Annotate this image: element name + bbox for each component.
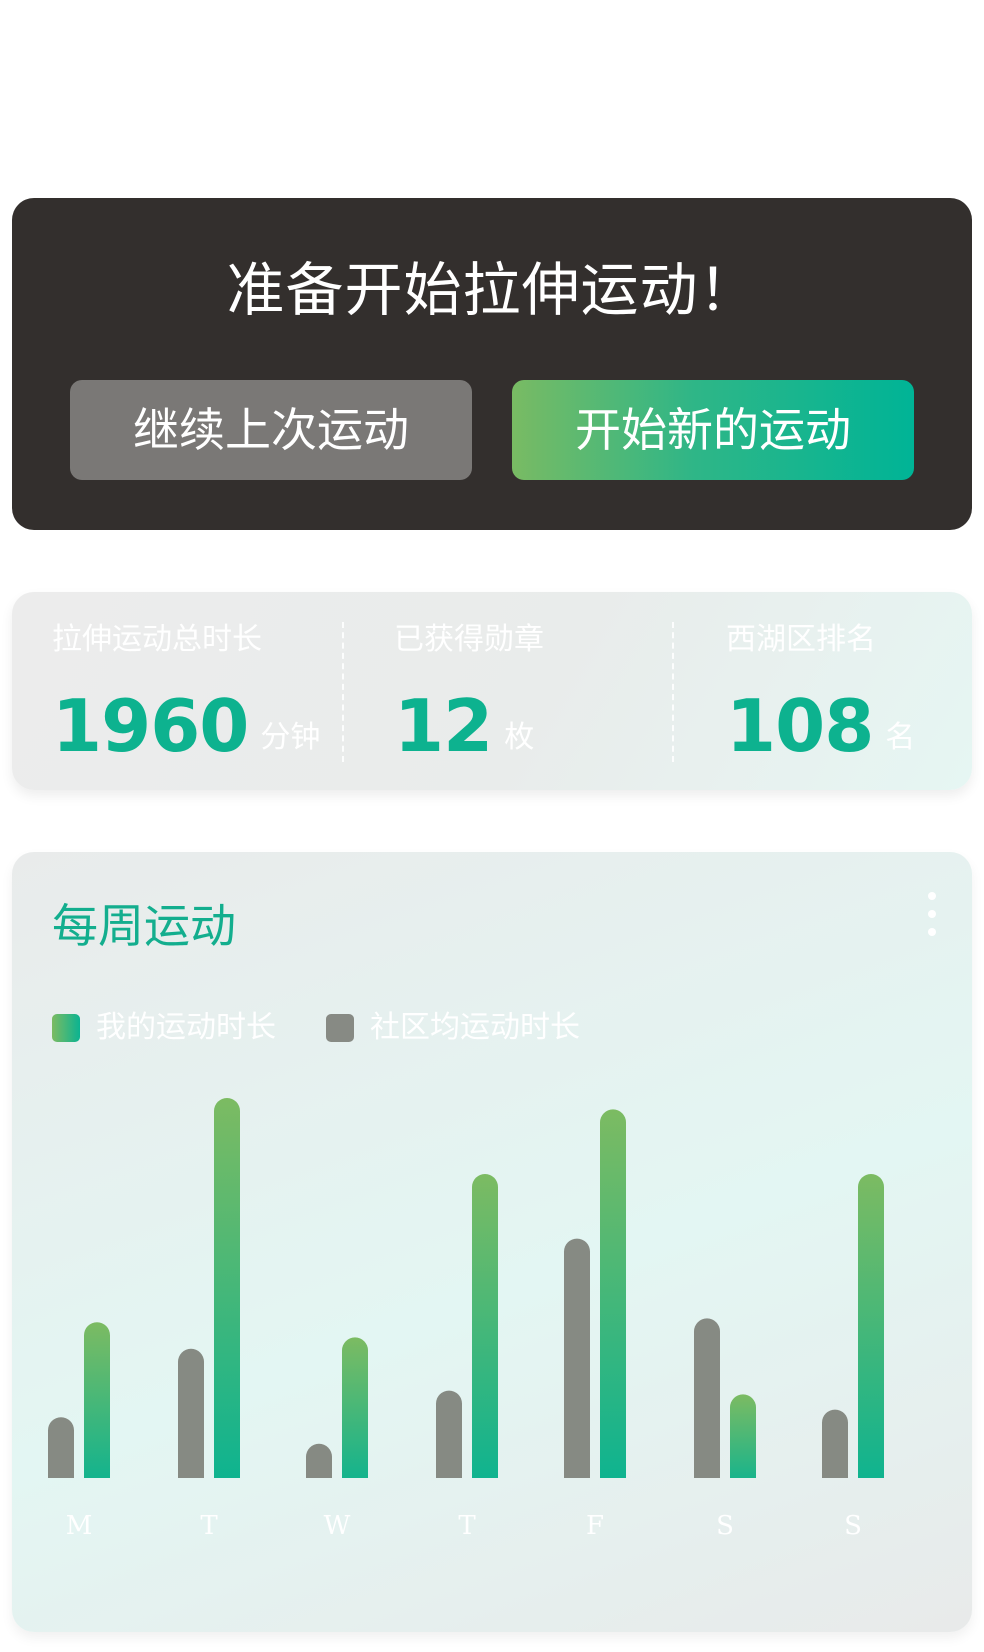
bars-group — [48, 1098, 884, 1478]
weekly-bar-chart: MTWTFSS — [48, 1098, 884, 1541]
start-new-workout-button[interactable]: 开始新的运动 — [512, 380, 914, 480]
bar-community — [694, 1318, 720, 1478]
stat-value: 1960 分钟 — [52, 690, 320, 762]
x-tick-label: F — [586, 1511, 604, 1541]
stat-value: 108 名 — [726, 690, 915, 762]
stat-value: 12 枚 — [394, 690, 534, 762]
bar-mine — [600, 1109, 626, 1478]
stat-label: 拉伸运动总时长 — [52, 622, 262, 657]
stat-unit: 名 — [885, 720, 916, 755]
x-tick-label: S — [844, 1511, 862, 1541]
bar-mine — [342, 1337, 368, 1478]
bar-mine — [858, 1174, 884, 1478]
bar-community — [436, 1390, 462, 1478]
bar-mine — [472, 1174, 498, 1478]
stat-number: 12 — [394, 684, 493, 768]
stat-unit: 分钟 — [260, 720, 321, 755]
bar-community — [564, 1238, 590, 1478]
stat-label: 已获得勋章 — [394, 622, 544, 657]
hero-title: 准备开始拉伸运动！ — [226, 256, 758, 324]
bar-mine — [214, 1098, 240, 1478]
continue-last-workout-button[interactable]: 继续上次运动 — [70, 380, 472, 480]
stat-number: 1960 — [52, 684, 249, 768]
x-tick-label: T — [458, 1511, 476, 1541]
stats-card: 拉伸运动总时长 1960 分钟 已获得勋章 12 枚 西湖区排名 108 名 — [12, 592, 972, 790]
hero-card: 准备开始拉伸运动！ 继续上次运动 开始新的运动 — [12, 198, 972, 530]
weekly-exercise-card: 每周运动 我的运动时长 社区均运动时长 MTWTFSS — [12, 852, 972, 1632]
stat-divider — [672, 622, 674, 762]
x-tick-label: W — [324, 1511, 351, 1541]
bar-mine — [730, 1394, 756, 1478]
stat-label: 西湖区排名 — [726, 622, 876, 657]
bar-mine — [84, 1322, 110, 1478]
stat-number: 108 — [726, 684, 874, 768]
stat-unit: 枚 — [504, 720, 535, 755]
x-tick-label: S — [716, 1511, 734, 1541]
bar-community — [822, 1409, 848, 1478]
bar-community — [306, 1443, 332, 1478]
stat-divider — [342, 622, 344, 762]
x-tick-label: M — [66, 1511, 93, 1541]
bar-community — [48, 1417, 74, 1478]
bar-community — [178, 1348, 204, 1478]
x-tick-label: T — [200, 1511, 218, 1541]
